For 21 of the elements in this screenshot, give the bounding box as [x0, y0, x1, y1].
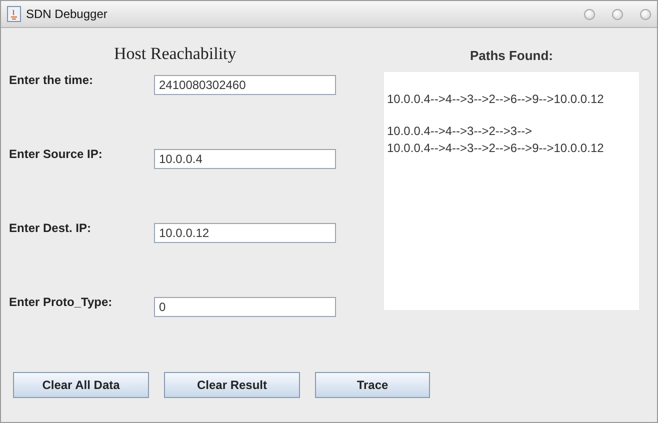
field-label: Enter the time: [9, 73, 94, 87]
action-button[interactable]: Clear Result [164, 372, 300, 398]
action-button[interactable]: Clear All Data [13, 372, 149, 398]
path-line: 10.0.0.4-->4-->3-->2-->3--> [387, 124, 534, 138]
path-line: 10.0.0.4-->4-->3-->2-->6-->9-->10.0.0.12 [387, 92, 605, 106]
window-button[interactable] [640, 8, 651, 20]
form-heading: Host Reachability [114, 44, 238, 64]
input-field[interactable]: 10.0.0.12 [154, 223, 336, 243]
field-label: Enter Proto_Type: [9, 295, 114, 309]
field-label: Enter Source IP: [9, 147, 104, 161]
input-field[interactable]: 0 [154, 297, 336, 317]
window-title: SDN Debugger [26, 7, 108, 21]
app-icon [7, 6, 21, 22]
action-button[interactable]: Trace [315, 372, 430, 398]
results-heading: Paths Found: [468, 48, 554, 63]
field-label: Enter Dest. IP: [9, 221, 92, 235]
window-button[interactable] [612, 8, 623, 20]
input-field[interactable]: 2410080302460 [154, 75, 336, 95]
input-field[interactable]: 10.0.0.4 [154, 149, 336, 169]
window-button[interactable] [584, 8, 595, 20]
path-line: 10.0.0.4-->4-->3-->2-->6-->9-->10.0.0.12 [387, 141, 605, 155]
